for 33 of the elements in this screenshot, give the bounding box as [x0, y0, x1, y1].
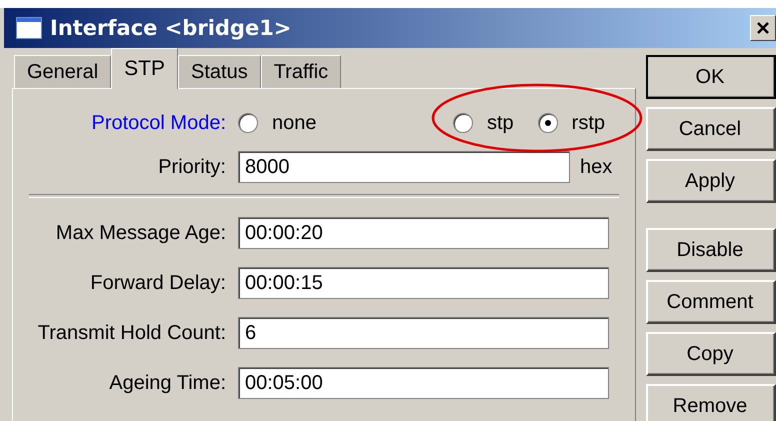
radio-option[interactable]: none [238, 112, 316, 134]
tab[interactable]: STP [111, 48, 178, 89]
text-field[interactable]: 00:00:15 [238, 267, 609, 299]
field-label: Forward Delay: [89, 272, 226, 294]
radio-button[interactable] [452, 113, 473, 133]
window-icon [16, 17, 42, 39]
radio-button[interactable] [538, 113, 558, 133]
radio-option[interactable]: stp [452, 112, 514, 134]
dialog-button[interactable]: Copy [646, 332, 776, 376]
dialog-button[interactable]: Comment [646, 280, 776, 324]
tab[interactable]: Traffic [260, 55, 342, 88]
field-label: Ageing Time: [108, 372, 226, 394]
dialog-button[interactable]: Disable [646, 228, 776, 272]
dialog-button[interactable]: Remove [646, 384, 776, 421]
tab[interactable]: Status [178, 55, 261, 88]
text-field[interactable]: 00:00:20 [238, 217, 609, 249]
unit-label: hex [580, 156, 612, 178]
radio-button[interactable] [238, 113, 258, 133]
field-label: Protocol Mode: [90, 112, 226, 134]
text-field[interactable]: 00:05:00 [238, 367, 609, 399]
dialog-button[interactable]: Apply [646, 159, 776, 203]
text-field[interactable]: 8000 [238, 151, 570, 183]
tab[interactable]: General [14, 55, 112, 88]
text-field[interactable]: 6 [238, 317, 609, 349]
field-label: Transmit Hold Count: [36, 322, 226, 344]
close-button[interactable] [750, 15, 776, 41]
close-icon [756, 21, 770, 35]
window-title: Interface <bridge1> [50, 16, 292, 40]
field-label: Priority: [157, 156, 226, 178]
radio-option[interactable]: rstp [538, 112, 605, 134]
dialog-button[interactable]: Cancel [646, 107, 776, 151]
field-label: Max Message Age: [54, 222, 226, 244]
dialog-button[interactable]: OK [646, 55, 776, 99]
